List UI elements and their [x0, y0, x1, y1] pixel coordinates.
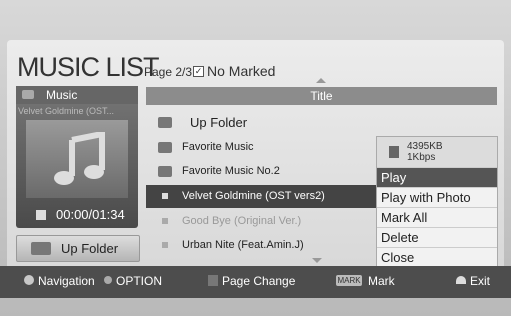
list-item-label: Favorite Music	[182, 141, 254, 153]
audio-file-icon	[162, 218, 168, 224]
footer-option-label: OPTION	[116, 274, 163, 288]
footer-mark-label: Mark	[368, 274, 395, 288]
music-note-icon	[54, 132, 105, 185]
list-item-label: Good Bye (Original Ver.)	[182, 215, 302, 227]
menu-item-label: Close	[381, 250, 415, 265]
list-column-title: Title	[146, 87, 497, 105]
page-title: MUSIC LIST	[17, 52, 160, 82]
preview-header: Music	[16, 86, 138, 104]
audio-file-icon	[162, 193, 168, 199]
scroll-up-icon[interactable]	[316, 78, 326, 83]
list-item[interactable]: Good Bye (Original Ver.)	[146, 210, 376, 233]
stop-icon	[36, 210, 46, 220]
mark-key-icon: MARK	[336, 275, 362, 286]
file-info-icon	[389, 146, 399, 158]
footer-bar: Navigation OPTION Page Change MARK Mark …	[0, 266, 511, 298]
marked-status: No Marked	[207, 63, 276, 79]
file-bitrate: 1Kbps	[407, 152, 436, 163]
up-folder-label: Up Folder	[61, 241, 119, 256]
menu-item-label: Play with Photo	[381, 190, 471, 205]
list-item[interactable]: Favorite Music No.2	[146, 160, 376, 183]
menu-item-delete[interactable]: Delete	[377, 227, 497, 248]
music-icon	[22, 90, 34, 99]
list-item[interactable]: Up Folder	[146, 111, 376, 134]
list-item-label: Favorite Music No.2	[182, 165, 280, 177]
menu-item-label: Mark All	[381, 210, 428, 225]
footer-navigation-label: Navigation	[38, 274, 95, 288]
menu-item-play[interactable]: Play	[377, 167, 497, 188]
exit-icon	[456, 276, 466, 284]
list-item[interactable]: Favorite Music	[146, 136, 376, 159]
preview-category: Music	[46, 88, 78, 102]
list-item-selected[interactable]: Velvet Goldmine (OST vers2)	[146, 185, 376, 208]
file-info: 4395KB 1Kbps	[377, 137, 497, 167]
menu-item-play-with-photo[interactable]: Play with Photo	[377, 187, 497, 208]
up-folder-button[interactable]: Up Folder	[16, 235, 140, 262]
option-menu: 4395KB 1Kbps Play Play with Photo Mark A…	[376, 136, 498, 270]
page-change-icon	[208, 275, 218, 286]
scroll-down-icon[interactable]	[312, 258, 322, 263]
list-item-label: Urban Nite (Feat.Amin.J)	[182, 239, 304, 251]
time-label: 00:00/01:34	[56, 207, 125, 222]
up-folder-icon	[158, 117, 172, 128]
file-size: 4395KB	[407, 141, 443, 152]
preview-track: Velvet Goldmine (OST...	[18, 106, 115, 116]
menu-item-mark-all[interactable]: Mark All	[377, 207, 497, 228]
list-item[interactable]: Urban Nite (Feat.Amin.J)	[146, 234, 376, 257]
folder-icon	[158, 142, 172, 153]
footer-page-change-label: Page Change	[222, 274, 296, 288]
footer-exit-label: Exit	[470, 274, 491, 288]
list-item-label: Up Folder	[190, 115, 248, 130]
option-icon	[104, 276, 112, 284]
list-item-label: Velvet Goldmine (OST vers2)	[182, 190, 325, 202]
navigation-icon	[24, 275, 34, 285]
menu-item-label: Play	[381, 170, 407, 185]
checkbox-icon: ✓	[193, 66, 204, 77]
folder-icon	[31, 242, 51, 255]
menu-item-close[interactable]: Close	[377, 247, 497, 268]
audio-file-icon	[162, 242, 168, 248]
playback-time: 00:00/01:34	[16, 205, 138, 225]
page-indicator: Page 2/3	[144, 65, 193, 79]
folder-icon	[158, 166, 172, 177]
menu-item-label: Delete	[381, 230, 419, 245]
